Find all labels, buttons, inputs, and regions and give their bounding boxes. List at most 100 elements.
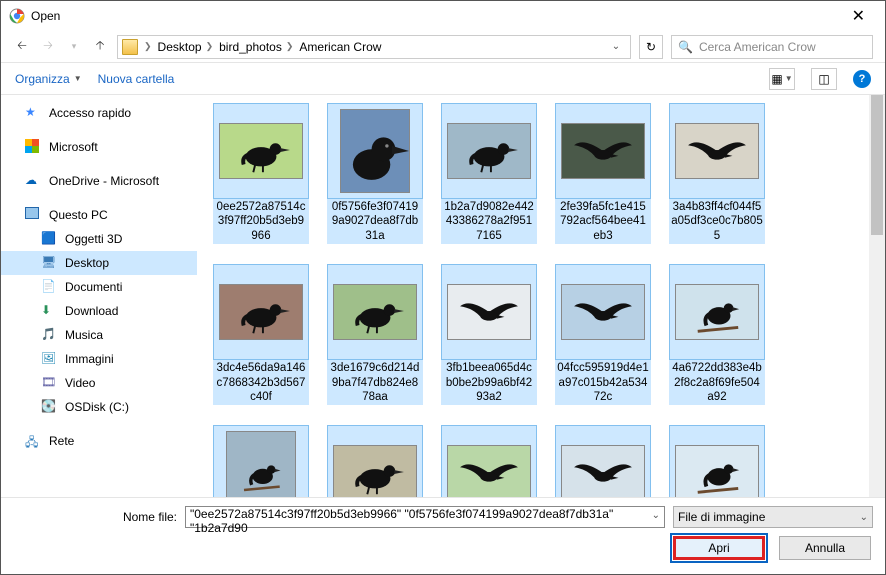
file-pane[interactable]: 0ee2572a87514c3f97ff20b5d3eb99660f5756fe…: [197, 95, 885, 497]
file-thumbnail[interactable]: 3de1679c6d214d9ba7f47db824e878aa: [327, 264, 423, 405]
folder-type-icon: 📄: [41, 279, 57, 295]
file-name: 3dc4e56da9a146c7868342b3d567c40f: [213, 360, 309, 405]
file-thumbnail[interactable]: 3dc4e56da9a146c7868342b3d567c40f: [213, 264, 309, 405]
file-name: 2fe39fa5fc1e415792acf564bee41eb3: [555, 199, 651, 244]
breadcrumb-part[interactable]: Desktop: [158, 40, 202, 54]
chevron-down-icon[interactable]: ⌄: [652, 510, 660, 521]
bird-image: [448, 446, 530, 497]
chrome-icon: [9, 8, 25, 24]
file-name: 1b2a7d9082e44243386278a2f9517165: [441, 199, 537, 244]
bird-image: [227, 432, 295, 497]
filename-value: "0ee2572a87514c3f97ff20b5d3eb9966" "0f57…: [190, 507, 613, 535]
organize-menu[interactable]: Organizza▼: [15, 72, 82, 86]
search-icon: 🔍: [678, 40, 693, 54]
forward-button[interactable]: 🡢: [39, 36, 57, 57]
sidebar-item-quick-access[interactable]: ★Accesso rapido: [1, 101, 197, 125]
file-thumbnail[interactable]: 3fb1beea065d4cb0be2b99a6bf4293a2: [441, 264, 537, 405]
sidebar-item-this-pc[interactable]: Questo PC: [1, 203, 197, 227]
back-button[interactable]: 🡠: [13, 36, 31, 57]
file-thumbnail[interactable]: 3a4b83ff4cf044f5a05df3ce0c7b8055: [669, 103, 765, 244]
folder-type-icon: 🎵: [41, 327, 57, 343]
cancel-button[interactable]: Annulla: [779, 536, 871, 560]
navbar: 🡠 🡢 ▾ 🡡 ❯ Desktop ❯ bird_photos ❯ American…: [1, 31, 885, 63]
folder-type-icon: 💽: [41, 399, 57, 415]
recent-dropdown-icon[interactable]: ▾: [65, 41, 83, 52]
file-thumbnail[interactable]: 4a6722dd383e4b2f8c2a8f69fe504a92: [669, 264, 765, 405]
sidebar-item-desktop[interactable]: 🖥Desktop: [1, 251, 197, 275]
chevron-right-icon: ❯: [206, 41, 214, 52]
view-mode-button[interactable]: ▦▼: [769, 68, 795, 90]
file-thumbnail[interactable]: [669, 425, 765, 497]
file-thumbnail[interactable]: 0f5756fe3f074199a9027dea8f7db31a: [327, 103, 423, 244]
file-thumbnail[interactable]: [441, 425, 537, 497]
bird-image: [448, 285, 530, 339]
toolbar: Organizza▼ Nuova cartella ▦▼ ◫ ?: [1, 63, 885, 95]
footer: Nome file: "0ee2572a87514c3f97ff20b5d3eb…: [1, 497, 885, 570]
open-button[interactable]: Apri: [673, 536, 765, 560]
refresh-button[interactable]: ↻: [639, 35, 663, 59]
search-placeholder: Cerca American Crow: [699, 40, 816, 54]
filetype-filter[interactable]: File di immagine ⌄: [673, 506, 873, 528]
pc-icon: [25, 207, 41, 223]
folder-icon: [122, 39, 138, 55]
preview-pane-icon: ◫: [818, 72, 829, 86]
breadcrumb-part[interactable]: bird_photos: [219, 40, 282, 54]
file-thumbnail[interactable]: 04fcc595919d4e1a97c015b42a53472c: [555, 264, 651, 405]
search-input[interactable]: 🔍 Cerca American Crow: [671, 35, 873, 59]
sidebar-item-microsoft[interactable]: Microsoft: [1, 135, 197, 159]
bird-image: [334, 446, 416, 497]
file-name: 04fcc595919d4e1a97c015b42a53472c: [555, 360, 651, 405]
sidebar-item-documenti[interactable]: 📄Documenti: [1, 275, 197, 299]
file-thumbnail[interactable]: 1b2a7d9082e44243386278a2f9517165: [441, 103, 537, 244]
folder-type-icon: 🎞: [41, 375, 57, 391]
file-thumbnail[interactable]: 2fe39fa5fc1e415792acf564bee41eb3: [555, 103, 651, 244]
close-icon[interactable]: ✕: [840, 6, 877, 26]
folder-type-icon: 🟦: [41, 231, 57, 247]
sidebar-item-musica[interactable]: 🎵Musica: [1, 323, 197, 347]
star-icon: ★: [25, 105, 41, 121]
sidebar-item-osdisk-c-[interactable]: 💽OSDisk (C:): [1, 395, 197, 419]
sidebar-item-network[interactable]: 🖧Rete: [1, 429, 197, 453]
sidebar: ★Accesso rapido Microsoft ☁OneDrive - Mi…: [1, 95, 197, 497]
filename-label: Nome file:: [13, 510, 177, 524]
bird-image: [220, 124, 302, 178]
file-thumbnail[interactable]: [555, 425, 651, 497]
folder-type-icon: 🖥: [41, 255, 57, 271]
sidebar-item-oggetti-3d[interactable]: 🟦Oggetti 3D: [1, 227, 197, 251]
file-name: 4a6722dd383e4b2f8c2a8f69fe504a92: [669, 360, 765, 405]
network-icon: 🖧: [25, 433, 41, 449]
bird-image: [448, 124, 530, 178]
file-name: 3de1679c6d214d9ba7f47db824e878aa: [327, 360, 423, 405]
bird-image: [562, 124, 644, 178]
folder-type-icon: ⬇: [41, 303, 57, 319]
file-thumbnail[interactable]: 0ee2572a87514c3f97ff20b5d3eb9966: [213, 103, 309, 244]
chevron-right-icon: ❯: [144, 41, 152, 52]
scrollbar-thumb[interactable]: [871, 95, 883, 235]
breadcrumb[interactable]: ❯ Desktop ❯ bird_photos ❯ American Crow ⌄: [117, 35, 631, 59]
breadcrumb-part[interactable]: American Crow: [299, 40, 381, 54]
refresh-icon: ↻: [646, 40, 656, 54]
bird-image: [220, 285, 302, 339]
help-button[interactable]: ?: [853, 70, 871, 88]
file-name: 3a4b83ff4cf044f5a05df3ce0c7b8055: [669, 199, 765, 244]
bird-image: [676, 285, 758, 339]
new-folder-button[interactable]: Nuova cartella: [98, 72, 175, 86]
up-button[interactable]: 🡡: [91, 36, 109, 57]
scrollbar[interactable]: [869, 95, 885, 497]
chevron-right-icon: ❯: [286, 41, 294, 52]
preview-pane-button[interactable]: ◫: [811, 68, 837, 90]
thumbnails-icon: ▦: [771, 72, 782, 86]
file-thumbnail[interactable]: 4c39c205f8804827a94f245d2146c4ce: [213, 425, 309, 497]
filename-input[interactable]: "0ee2572a87514c3f97ff20b5d3eb9966" "0f57…: [185, 506, 665, 528]
sidebar-item-immagini[interactable]: 🖼Immagini: [1, 347, 197, 371]
chevron-down-icon[interactable]: ⌄: [606, 41, 626, 52]
cloud-icon: ☁: [25, 173, 41, 189]
microsoft-icon: [25, 139, 41, 155]
sidebar-item-onedrive[interactable]: ☁OneDrive - Microsoft: [1, 169, 197, 193]
bird-image: [341, 110, 409, 192]
window-title: Open: [31, 9, 840, 23]
sidebar-item-download[interactable]: ⬇Download: [1, 299, 197, 323]
file-name: 3fb1beea065d4cb0be2b99a6bf4293a2: [441, 360, 537, 405]
sidebar-item-video[interactable]: 🎞Video: [1, 371, 197, 395]
file-thumbnail[interactable]: 4d42dcdd6e144801b6a2c951f5cb21bb: [327, 425, 423, 497]
